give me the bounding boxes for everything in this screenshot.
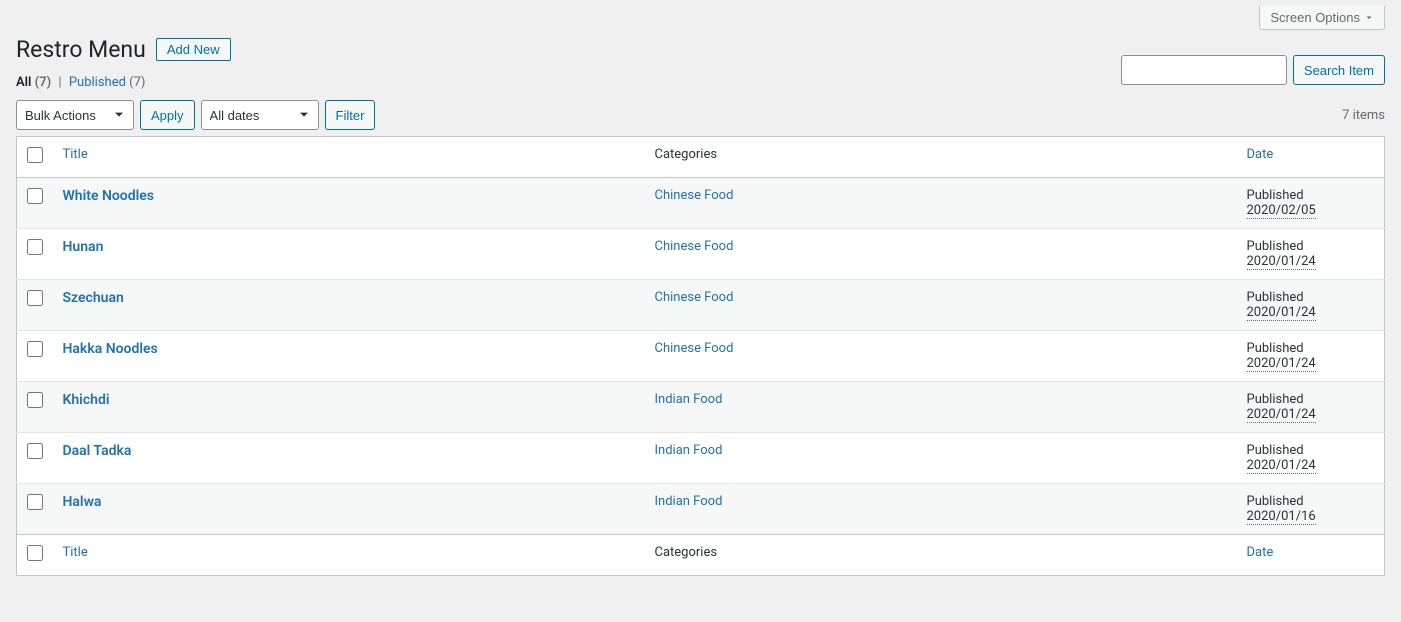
row-category-link[interactable]: Chinese Food [655,290,734,305]
row-checkbox[interactable] [27,341,43,357]
table-row: Hakka Noodles Chinese Food Published 202… [17,331,1385,382]
table-row: Daal Tadka Indian Food Published 2020/01… [17,433,1385,484]
table-row: Szechuan Chinese Food Published 2020/01/… [17,280,1385,331]
search-input[interactable] [1121,55,1287,85]
row-checkbox[interactable] [27,443,43,459]
screen-options-label: Screen Options [1270,10,1360,25]
column-title-sort[interactable]: Title [63,147,88,162]
row-category-link[interactable]: Indian Food [655,392,723,407]
search-button[interactable]: Search Item [1293,55,1385,85]
table-row: White Noodles Chinese Food Published 202… [17,178,1385,229]
row-checkbox[interactable] [27,494,43,510]
column-categories: Categories [645,137,1237,178]
row-category-link[interactable]: Chinese Food [655,239,734,254]
filter-all[interactable]: All (7) [16,75,54,90]
row-category-link[interactable]: Chinese Food [655,341,734,356]
row-date-cell: Published 2020/01/24 [1237,280,1385,331]
bulk-actions-select[interactable]: Bulk Actions [16,100,134,130]
add-new-button[interactable]: Add New [156,38,231,61]
row-title-link[interactable]: White Noodles [63,188,154,204]
apply-bulk-button[interactable]: Apply [140,100,195,130]
screen-options-button[interactable]: Screen Options [1259,6,1385,30]
row-title-link[interactable]: Hakka Noodles [63,341,158,357]
row-category-link[interactable]: Indian Food [655,494,723,509]
row-title-link[interactable]: Hunan [63,239,104,255]
row-title-link[interactable]: Halwa [63,494,102,510]
date-filter-select[interactable]: All dates [201,100,319,130]
chevron-down-icon [1364,13,1374,23]
table-row: Hunan Chinese Food Published 2020/01/24 [17,229,1385,280]
row-date-cell: Published 2020/01/24 [1237,229,1385,280]
column-categories-footer: Categories [645,535,1237,576]
row-category-link[interactable]: Indian Food [655,443,723,458]
column-date-sort[interactable]: Date [1247,147,1274,162]
row-date-cell: Published 2020/01/16 [1237,484,1385,535]
row-title-link[interactable]: Daal Tadka [63,443,132,459]
column-title-sort-footer[interactable]: Title [63,545,88,560]
row-checkbox[interactable] [27,290,43,306]
select-all-header [17,137,53,178]
row-checkbox[interactable] [27,392,43,408]
row-title-link[interactable]: Khichdi [63,392,110,408]
row-title-link[interactable]: Szechuan [63,290,124,306]
row-date-cell: Published 2020/02/05 [1237,178,1385,229]
row-date-cell: Published 2020/01/24 [1237,433,1385,484]
row-date-cell: Published 2020/01/24 [1237,331,1385,382]
table-row: Halwa Indian Food Published 2020/01/16 [17,484,1385,535]
row-category-link[interactable]: Chinese Food [655,188,734,203]
row-date-cell: Published 2020/01/24 [1237,382,1385,433]
column-date-sort-footer[interactable]: Date [1247,545,1274,560]
filter-button[interactable]: Filter [325,100,376,130]
page-title: Restro Menu [16,36,146,63]
items-count: 7 items [1342,108,1385,123]
select-all-checkbox-bottom[interactable] [27,545,43,561]
row-checkbox[interactable] [27,188,43,204]
select-all-footer [17,535,53,576]
select-all-checkbox-top[interactable] [27,147,43,163]
table-row: Khichdi Indian Food Published 2020/01/24 [17,382,1385,433]
filter-published[interactable]: Published (7) [69,75,146,90]
row-checkbox[interactable] [27,239,43,255]
